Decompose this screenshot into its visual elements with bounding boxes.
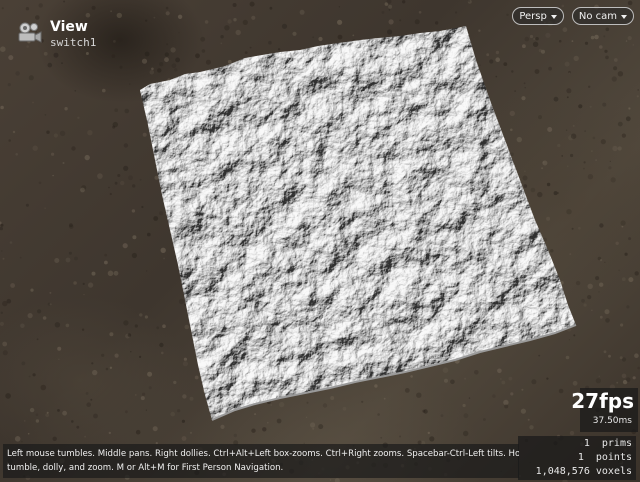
navigation-help-text: Left mouse tumbles. Middle pans. Right d… <box>3 444 519 478</box>
camera-label: No cam <box>578 10 617 22</box>
points-count: 1 points <box>577 452 632 463</box>
camera-menu-button[interactable]: No cam <box>571 7 634 25</box>
viewer-header: View switch1 <box>16 18 96 50</box>
performance-readout: 27fps 37.50ms <box>571 388 638 432</box>
voxels-count: 1,048,576 voxels <box>535 466 632 477</box>
frame-time-value: 37.50ms <box>592 416 632 426</box>
viewer-title: View <box>50 19 88 35</box>
camera-icon[interactable] <box>16 20 42 44</box>
node-name: switch1 <box>50 36 97 49</box>
help-line-1: Left mouse tumbles. Middle pans. Right d… <box>7 449 519 459</box>
chevron-down-icon <box>550 14 557 19</box>
chevron-down-icon <box>621 14 627 19</box>
3d-viewport[interactable]: View switch1 Persp No cam 27fps 37.50ms … <box>0 0 640 482</box>
terrain-heightfield <box>140 26 577 421</box>
projection-menu-button[interactable]: Persp <box>512 7 564 25</box>
fps-value: 27fps <box>571 389 634 413</box>
prims-count: 1 prims <box>583 438 632 449</box>
projection-label: Persp <box>519 10 547 22</box>
geometry-stats: 1 prims 1 points 1,048,576 voxels <box>518 436 636 480</box>
help-line-2: tumble, dolly, and zoom. M or Alt+M for … <box>7 463 284 473</box>
view-menus: Persp No cam <box>512 7 634 25</box>
